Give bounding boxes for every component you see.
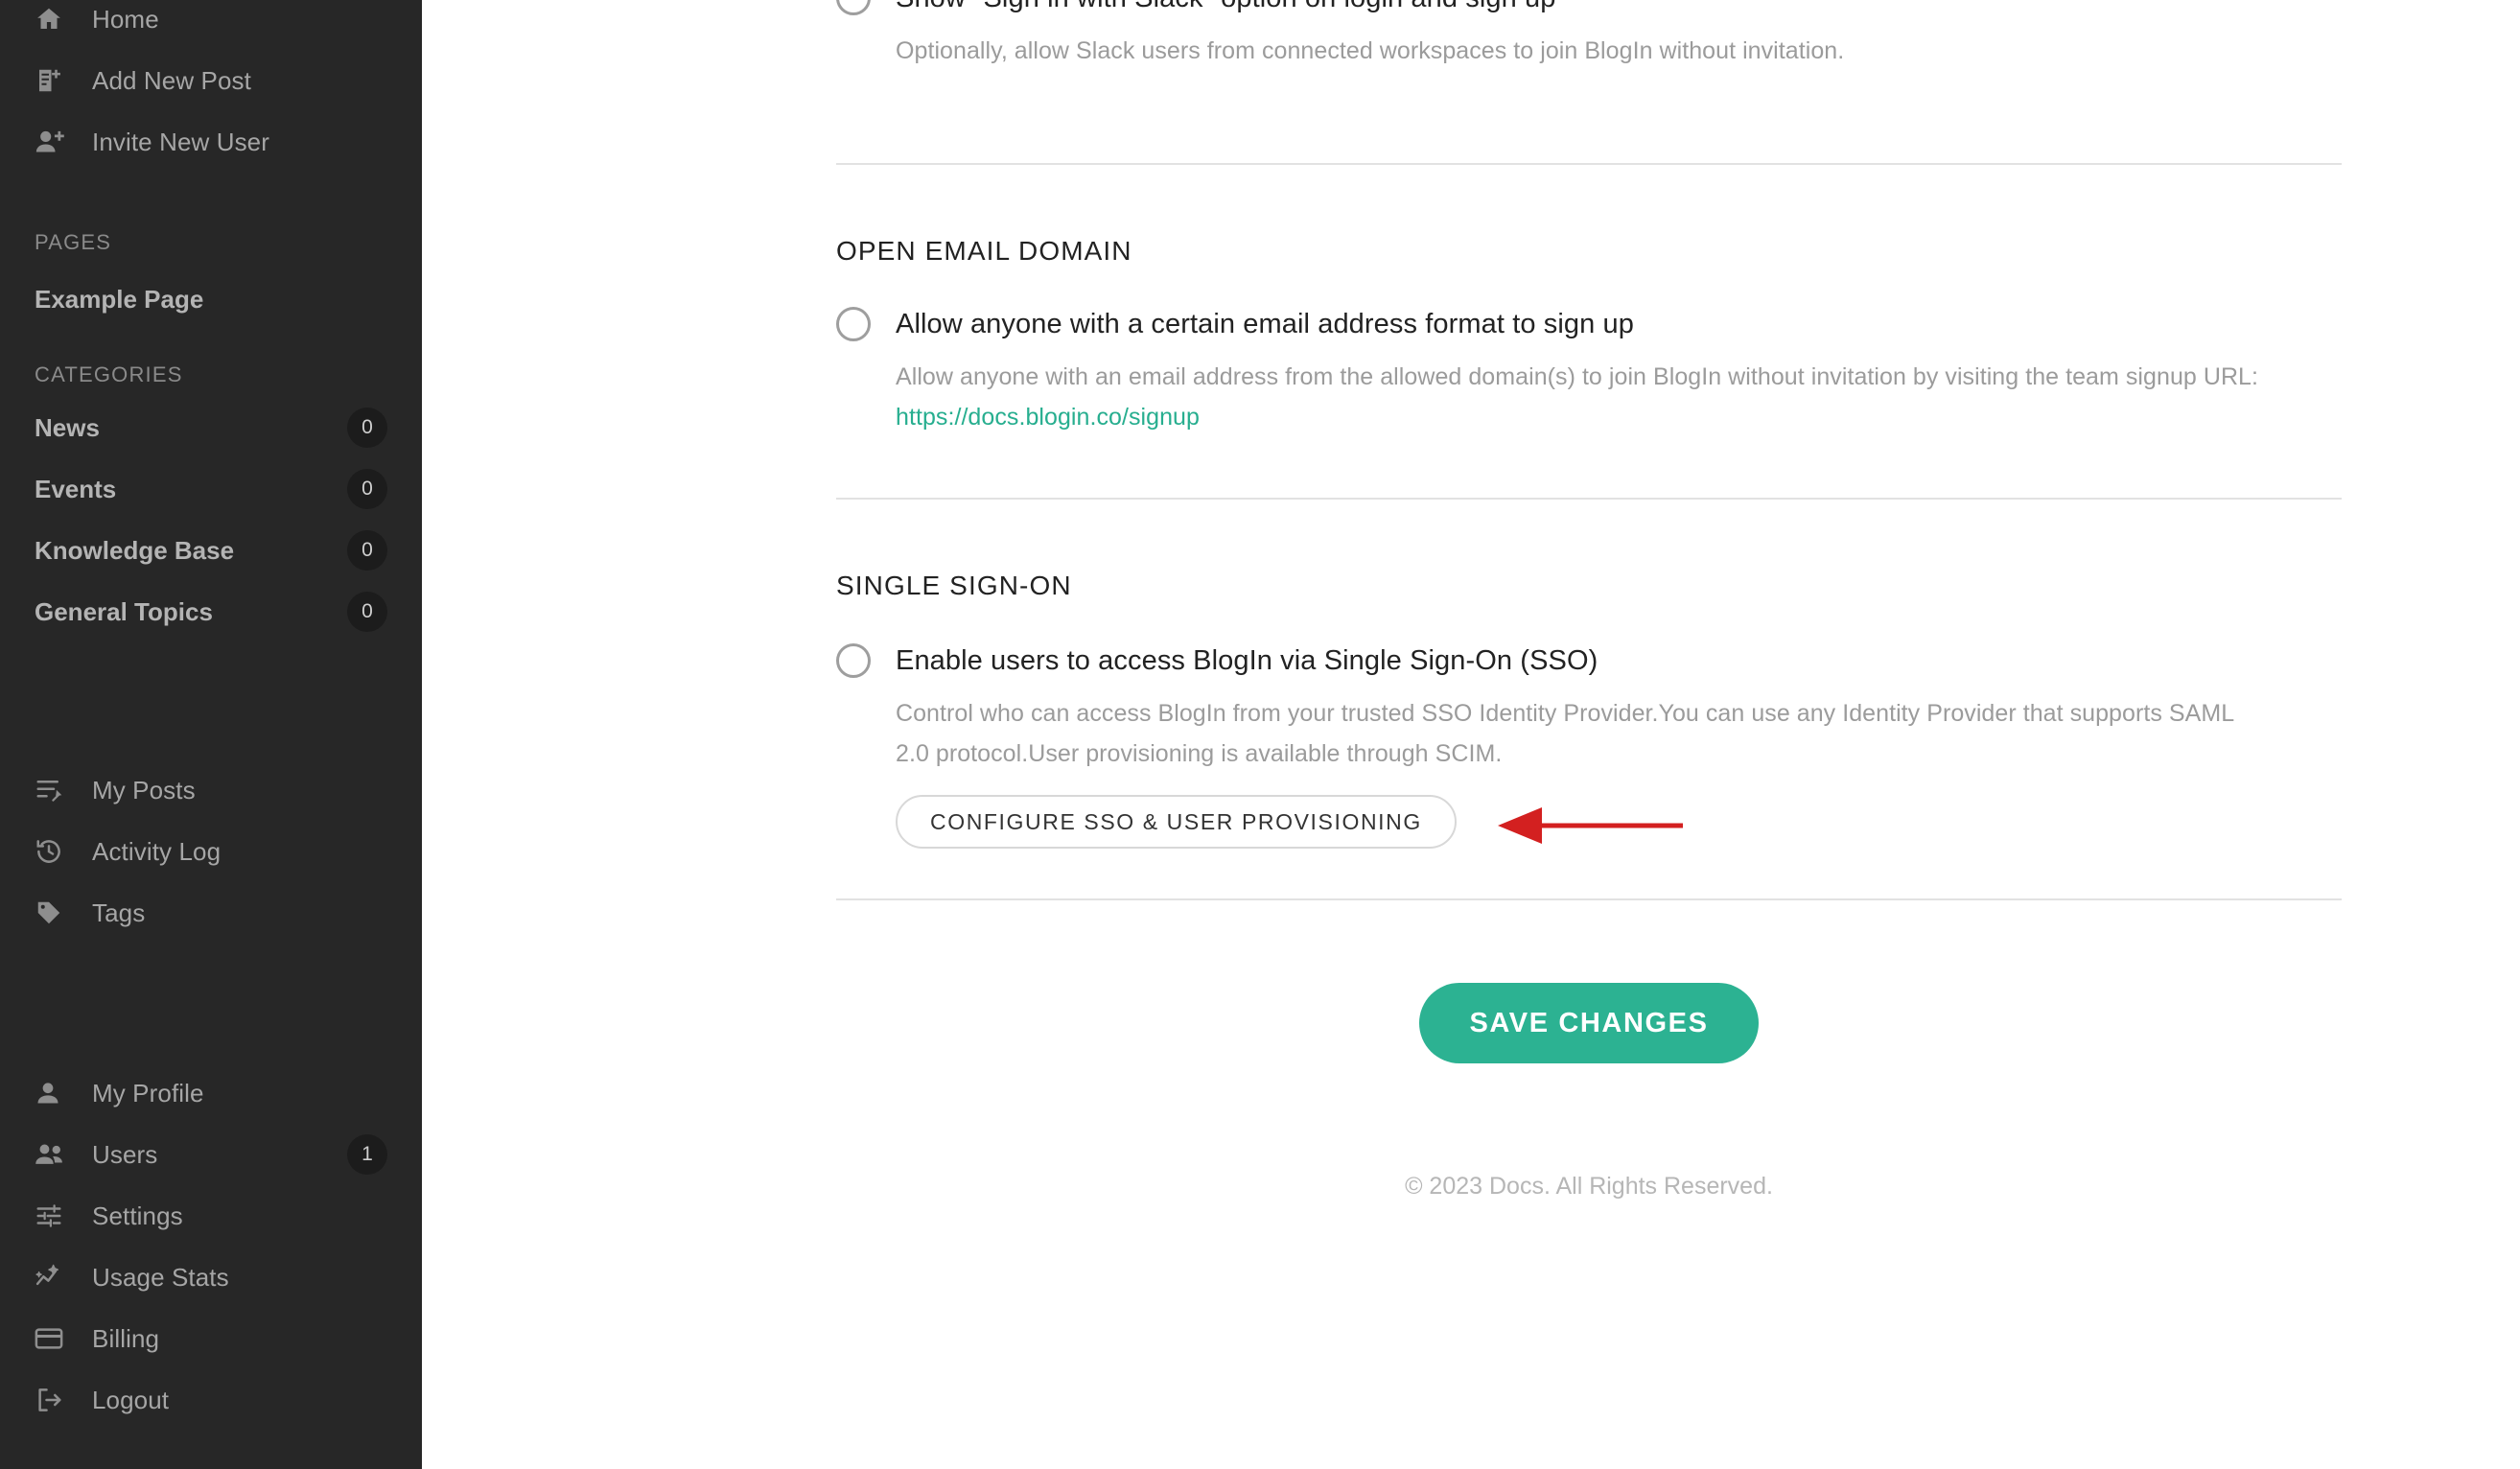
app-root: Home Add New Post Invite New User PAGES …	[0, 0, 2520, 1469]
category-count-badge: 0	[347, 408, 387, 448]
sidebar-item-tags[interactable]: Tags	[0, 882, 422, 944]
open-email-domain-body: Allow anyone with a certain email addres…	[896, 305, 2342, 437]
slack-signin-description: Optionally, allow Slack users from conne…	[896, 37, 1845, 64]
my-posts-icon	[35, 777, 73, 804]
category-count-badge: 0	[347, 530, 387, 571]
sidebar-item-users[interactable]: Users 1	[0, 1124, 422, 1185]
credit-card-icon	[35, 1326, 73, 1351]
sidebar-item-label: Tags	[92, 898, 146, 927]
sidebar-item-label: Logout	[92, 1385, 170, 1414]
single-sign-on-title: Enable users to access BlogIn via Single…	[896, 645, 1598, 676]
sidebar-category-label: Knowledge Base	[35, 535, 235, 565]
sidebar-item-label: My Posts	[92, 775, 196, 804]
add-post-icon	[35, 66, 73, 95]
sidebar-item-add-new-post[interactable]: Add New Post	[0, 50, 422, 111]
category-count-badge: 0	[347, 592, 387, 632]
sidebar-heading-pages: PAGES	[35, 230, 112, 254]
sidebar-item-home[interactable]: Home	[0, 0, 422, 50]
activity-log-icon	[35, 837, 73, 866]
sidebar-heading-categories: CATEGORIES	[35, 362, 183, 386]
sidebar-category-events[interactable]: Events 0	[0, 458, 422, 520]
footer-copyright: © 2023 Docs. All Rights Reserved.	[1405, 1173, 1773, 1200]
open-email-domain-description: Allow anyone with an email address from …	[896, 357, 2305, 437]
sidebar-category-news[interactable]: News 0	[0, 397, 422, 458]
configure-sso-button[interactable]: CONFIGURE SSO & USER PROVISIONING	[896, 795, 1457, 849]
sidebar-item-my-posts[interactable]: My Posts	[0, 759, 422, 821]
signup-url-link[interactable]: https://docs.blogin.co/signup	[896, 404, 1200, 431]
people-icon	[35, 1141, 73, 1168]
single-sign-on-description: Control who can access BlogIn from your …	[896, 700, 2234, 767]
sidebar-item-label: Add New Post	[92, 65, 251, 95]
sidebar-item-label: Invite New User	[92, 127, 269, 156]
users-count-badge: 1	[347, 1134, 387, 1175]
chart-sparkle-icon	[35, 1263, 73, 1292]
sidebar-category-label: Events	[35, 474, 117, 503]
sidebar-item-logout[interactable]: Logout	[0, 1369, 422, 1431]
sidebar-page-example-page[interactable]: Example Page	[0, 268, 422, 330]
sidebar-item-label: Users	[92, 1139, 158, 1169]
sidebar-page-label: Example Page	[35, 284, 204, 314]
sidebar-item-activity-log[interactable]: Activity Log	[0, 821, 422, 882]
single-sign-on-body: Enable users to access BlogIn via Single…	[896, 641, 2342, 849]
sidebar-item-my-profile[interactable]: My Profile	[0, 1062, 422, 1124]
person-icon	[35, 1080, 73, 1107]
sidebar-item-label: Home	[92, 4, 159, 34]
sidebar-item-label: Activity Log	[92, 836, 222, 866]
open-email-domain-option-row: Allow anyone with a certain email addres…	[836, 305, 2342, 437]
sidebar-item-settings[interactable]: Settings	[0, 1185, 422, 1247]
single-sign-on-heading: SINGLE SIGN-ON	[836, 571, 1072, 600]
sidebar-item-label: Usage Stats	[92, 1262, 229, 1292]
sidebar-category-knowledge-base[interactable]: Knowledge Base 0	[0, 520, 422, 581]
category-count-badge: 0	[347, 469, 387, 509]
single-sign-on-option-row: Enable users to access BlogIn via Single…	[836, 641, 2342, 849]
sidebar-item-label: My Profile	[92, 1078, 204, 1108]
tag-icon	[35, 898, 73, 927]
sidebar-category-general-topics[interactable]: General Topics 0	[0, 581, 422, 642]
sidebar-item-invite-new-user[interactable]: Invite New User	[0, 111, 422, 173]
sidebar: Home Add New Post Invite New User PAGES …	[0, 0, 422, 1469]
save-changes-button[interactable]: SAVE CHANGES	[1419, 983, 1759, 1063]
slack-signin-body: Show "Sign in with Slack" option on logi…	[896, 0, 2342, 71]
main-content: Show "Sign in with Slack" option on logi…	[422, 0, 2520, 1469]
open-email-domain-title: Allow anyone with a certain email addres…	[896, 309, 1634, 339]
sidebar-item-usage-stats[interactable]: Usage Stats	[0, 1247, 422, 1308]
single-sign-on-radio[interactable]	[836, 643, 871, 678]
open-email-domain-radio[interactable]	[836, 307, 871, 341]
logout-icon	[35, 1386, 73, 1414]
open-email-domain-desc-text: Allow anyone with an email address from …	[896, 363, 2259, 390]
slack-signin-title: Show "Sign in with Slack" option on logi…	[896, 0, 2342, 17]
sidebar-category-label: News	[35, 412, 100, 442]
sidebar-item-billing[interactable]: Billing	[0, 1308, 422, 1369]
sidebar-item-label: Billing	[92, 1323, 160, 1353]
settings-content: Show "Sign in with Slack" option on logi…	[836, 0, 2342, 1201]
slack-signin-option-row: Show "Sign in with Slack" option on logi…	[836, 0, 2342, 71]
slack-signin-radio[interactable]	[836, 0, 871, 15]
invite-user-icon	[35, 128, 73, 156]
sidebar-item-label: Settings	[92, 1201, 183, 1230]
sliders-icon	[35, 1201, 73, 1230]
sidebar-category-label: General Topics	[35, 596, 213, 626]
open-email-domain-heading: OPEN EMAIL DOMAIN	[836, 236, 1132, 266]
home-icon	[35, 5, 73, 34]
save-button-wrapper: SAVE CHANGES	[836, 983, 2342, 1063]
